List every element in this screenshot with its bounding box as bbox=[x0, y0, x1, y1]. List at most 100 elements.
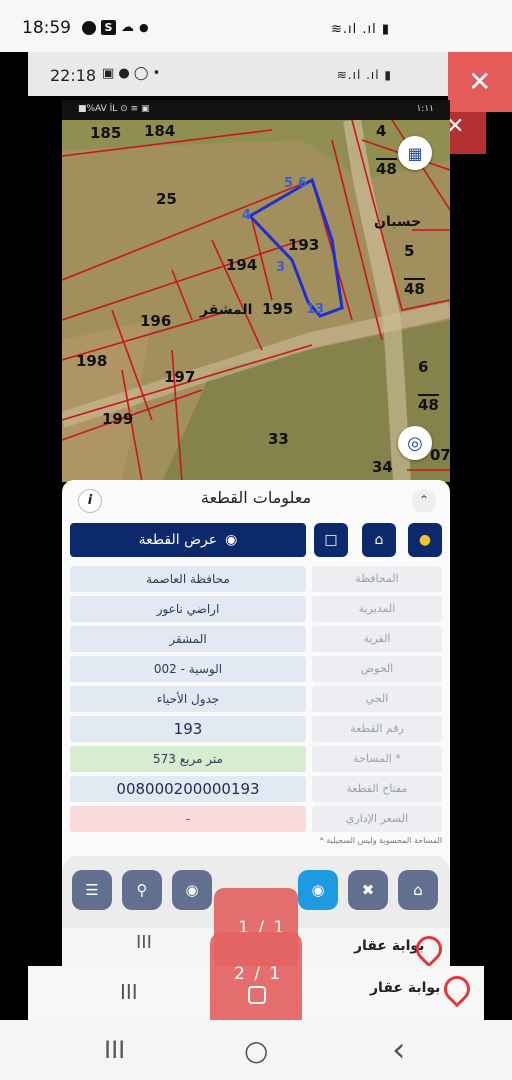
map-status-left: ■%AV İL ⊙ ≡ ▣ bbox=[78, 104, 150, 114]
panel-title: معلومات القطعة bbox=[200, 488, 312, 507]
pin-icon: ◉ bbox=[225, 532, 238, 548]
info-label: الحوض bbox=[312, 656, 442, 682]
plot-label: 194 bbox=[226, 256, 258, 274]
draw-polygon-button[interactable]: □ bbox=[314, 523, 348, 557]
back-button[interactable]: ‹ bbox=[392, 1030, 406, 1070]
info-label: مفتاح القطعة bbox=[312, 776, 442, 802]
home-button[interactable]: ⌂ bbox=[398, 870, 438, 910]
plot-label: 48 bbox=[404, 278, 425, 298]
info-value: المشقر bbox=[70, 626, 306, 652]
plot-label: 48 bbox=[418, 394, 439, 414]
plot-label: 196 bbox=[140, 312, 172, 330]
info-value: اراضي ناعور bbox=[70, 596, 306, 622]
list-icon: ☰ bbox=[85, 881, 99, 899]
home-square-icon bbox=[248, 986, 266, 1004]
brand-logo-icon bbox=[410, 930, 448, 968]
info-row: الوسية - 002 الحوض bbox=[70, 656, 442, 682]
list-button[interactable]: ☰ bbox=[72, 870, 112, 910]
map-status-time: ١:١١ bbox=[416, 104, 434, 114]
info-value: 008000200000193 bbox=[70, 776, 306, 802]
vertex-label: 3 bbox=[276, 260, 286, 275]
info-row: 573 متر مربع المساحة * bbox=[70, 746, 442, 772]
info-row: اراضي ناعور المديرية bbox=[70, 596, 442, 622]
info-label: المساحة * bbox=[312, 746, 442, 772]
google-maps-icon: ● bbox=[418, 532, 432, 548]
vertex-label: 6 bbox=[298, 176, 308, 191]
plot-label: 4 bbox=[376, 122, 387, 140]
search-button[interactable]: ⚲ bbox=[122, 870, 162, 910]
collapse-panel-button[interactable]: ⌃ bbox=[412, 489, 436, 513]
show-plot-button[interactable]: عرض القطعة ◉ bbox=[70, 523, 306, 557]
info-label: رقم القطعة bbox=[312, 716, 442, 742]
plot-label: 34 bbox=[372, 458, 393, 476]
info-value: جدول الأحياء bbox=[70, 686, 306, 712]
plot-label: 185 bbox=[90, 124, 122, 142]
cloud-icon: ☁ bbox=[121, 20, 134, 35]
tools-button[interactable]: ✖ bbox=[348, 870, 388, 910]
plot-label: 195 bbox=[262, 300, 294, 318]
info-value: - bbox=[70, 806, 306, 832]
outer-time: 18:59 bbox=[22, 18, 71, 38]
inner-time: 22:18 bbox=[50, 66, 97, 85]
info-label: السعر الإداري bbox=[312, 806, 442, 832]
brand-name: بوابة عقار bbox=[354, 938, 425, 954]
vertex-label: 13 bbox=[306, 302, 325, 317]
plot-label: 25 bbox=[156, 190, 177, 208]
recent-apps-button[interactable]: III bbox=[104, 1036, 125, 1064]
plot-label: 198 bbox=[76, 352, 108, 370]
more-dot-icon: ● bbox=[139, 21, 149, 34]
plot-label: 07 bbox=[430, 446, 450, 464]
polygon-icon: □ bbox=[324, 532, 338, 548]
chevron-up-icon: ⌃ bbox=[418, 493, 430, 507]
plot-label: 184 bbox=[144, 122, 176, 140]
cadastral-map[interactable]: 185 184 25 194 193 196 195 198 197 199 3… bbox=[62, 120, 450, 482]
info-label: القرية bbox=[312, 626, 442, 652]
google-maps-button[interactable]: ● bbox=[408, 523, 442, 557]
home-button[interactable]: ○ bbox=[244, 1034, 268, 1067]
location-target-icon: ◎ bbox=[407, 432, 423, 454]
info-label: المديرية bbox=[312, 596, 442, 622]
info-value: 573 متر مربع bbox=[70, 746, 306, 772]
inner-signal-icons: ≋.ıl .ıl ▮ bbox=[336, 68, 392, 82]
search-icon: ⚲ bbox=[136, 881, 148, 899]
map-layers-button[interactable]: ▦ bbox=[398, 136, 432, 170]
area-name-label: المشقر bbox=[200, 302, 253, 318]
my-location-button[interactable]: ◎ bbox=[398, 426, 432, 460]
info-row: المشقر القرية bbox=[70, 626, 442, 652]
page-count: 2 / 1 bbox=[234, 964, 283, 984]
location-icon: ◉ bbox=[311, 881, 325, 899]
home-pin-button[interactable]: ⌂ bbox=[362, 523, 396, 557]
vertex-label: 5 bbox=[284, 176, 294, 191]
info-label: الحي bbox=[312, 686, 442, 712]
close-icon: ✕ bbox=[468, 65, 492, 98]
home-icon: ⌂ bbox=[413, 881, 423, 899]
plot-label: 48 bbox=[376, 158, 397, 178]
brand-logo-icon bbox=[438, 970, 476, 1008]
info-row: 008000200000193 مفتاح القطعة bbox=[70, 776, 442, 802]
vertex-label: 4 bbox=[242, 208, 252, 223]
info-value: 193 bbox=[70, 716, 306, 742]
page-indicator-outer: 2 / 1 bbox=[210, 932, 302, 1020]
recent-apps-button[interactable]: III bbox=[120, 980, 138, 1004]
show-plot-label: عرض القطعة bbox=[138, 532, 218, 548]
plot-label: 197 bbox=[164, 368, 196, 386]
s-app-icon: S bbox=[101, 20, 116, 35]
recent-apps-button[interactable]: III bbox=[136, 932, 152, 953]
info-row: 193 رقم القطعة bbox=[70, 716, 442, 742]
info-value: محافظة العاصمة bbox=[70, 566, 306, 592]
info-row: جدول الأحياء الحي bbox=[70, 686, 442, 712]
area-footnote: * المساحة المحسوبة وليس السجيلية bbox=[319, 836, 442, 845]
pin-button[interactable]: ◉ bbox=[172, 870, 212, 910]
plot-label: 6 bbox=[418, 358, 429, 376]
outer-status-bar: 18:59 S ☁ ● ≋.ıl .ıl ▮ bbox=[0, 0, 512, 52]
outer-signal-icons: ≋.ıl .ıl ▮ bbox=[330, 22, 390, 37]
info-row: محافظة العاصمة المحافظة bbox=[70, 566, 442, 592]
home-icon: ⌂ bbox=[374, 532, 384, 548]
outer-notification-icons: S ☁ ● bbox=[82, 20, 149, 35]
location-button[interactable]: ◉ bbox=[298, 870, 338, 910]
plot-label: 33 bbox=[268, 430, 289, 448]
map-icon: ▦ bbox=[407, 143, 423, 163]
close-preview-button[interactable]: ✕ bbox=[448, 52, 512, 112]
info-label: المحافظة bbox=[312, 566, 442, 592]
inner-notification-icons: ▣ ● ◯ • bbox=[102, 66, 161, 81]
